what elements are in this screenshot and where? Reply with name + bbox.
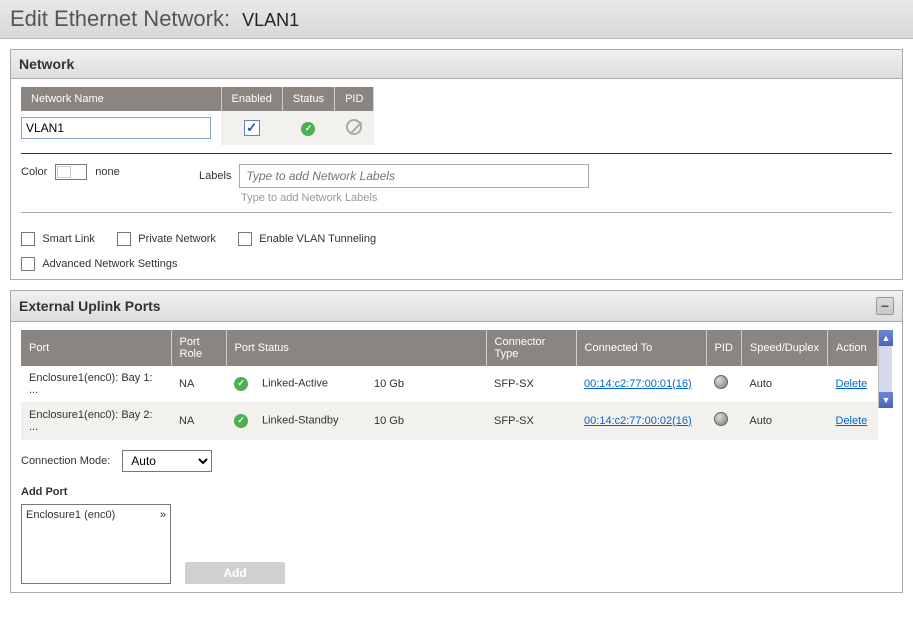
enclosure-item[interactable]: Enclosure1 (enc0) [26, 509, 115, 579]
advanced-settings-checkbox[interactable] [21, 257, 35, 271]
col-action: Action [828, 330, 878, 366]
network-name-input[interactable] [21, 117, 211, 139]
labels-label: Labels [199, 170, 231, 182]
col-pid: PID [706, 330, 741, 366]
col-network-name: Network Name [21, 87, 221, 111]
network-name-title: VLAN1 [242, 10, 299, 31]
col-port-status: Port Status [226, 330, 486, 366]
vlan-tunnel-checkbox[interactable] [238, 232, 252, 246]
smart-link-option[interactable]: Smart Link [21, 231, 95, 246]
add-port-label: Add Port [21, 486, 892, 498]
connected-to-link[interactable]: 00:14:c2:77:00:01(16) [584, 378, 692, 390]
cell-speed-duplex: Auto [741, 366, 827, 403]
labels-hint: Type to add Network Labels [241, 192, 589, 204]
add-button[interactable]: Add [185, 562, 285, 584]
color-label: Color [21, 166, 47, 178]
uplink-row: Enclosure1(enc0): Bay 1: ...NALinked-Act… [21, 366, 878, 403]
cell-pid [706, 402, 741, 439]
cell-role: NA [171, 366, 226, 403]
cell-connected-to: 00:14:c2:77:00:02(16) [576, 402, 706, 439]
col-status: Status [282, 87, 334, 111]
col-enabled: Enabled [221, 87, 282, 111]
status-ok-icon [301, 122, 315, 136]
uplink-panel-title: External Uplink Ports [19, 298, 161, 314]
private-network-option[interactable]: Private Network [117, 231, 216, 246]
uplink-panel: External Uplink Ports − Port Port Role P… [10, 290, 903, 593]
cell-connector: SFP-SX [486, 366, 576, 403]
status-ok-icon [234, 414, 248, 428]
color-value: none [95, 166, 119, 178]
title-bar: Edit Ethernet Network: VLAN1 [0, 0, 913, 39]
network-row [21, 111, 374, 145]
cell-port: Enclosure1(enc0): Bay 2: ... [21, 402, 171, 439]
col-port: Port [21, 330, 171, 366]
col-connector-type: Connector Type [486, 330, 576, 366]
color-picker[interactable] [55, 164, 87, 180]
delete-link[interactable]: Delete [836, 378, 868, 390]
cell-port: Enclosure1(enc0): Bay 1: ... [21, 366, 171, 403]
cell-speed: 10 Gb [366, 366, 486, 403]
collapse-button[interactable]: − [876, 297, 894, 315]
connected-to-link[interactable]: 00:14:c2:77:00:02(16) [584, 415, 692, 427]
cell-speed: 10 Gb [366, 402, 486, 439]
advanced-settings-option[interactable]: Advanced Network Settings [21, 256, 177, 270]
cell-status: Linked-Standby [226, 402, 366, 439]
col-connected-to: Connected To [576, 330, 706, 366]
cell-action: Delete [828, 402, 878, 439]
cell-status: Linked-Active [226, 366, 366, 403]
pid-dot-icon [714, 375, 728, 389]
uplink-scrollbar[interactable]: ▲ ▼ [878, 330, 892, 408]
delete-link[interactable]: Delete [836, 415, 868, 427]
expand-icon: » [160, 509, 166, 579]
smart-link-checkbox[interactable] [21, 232, 35, 246]
scroll-up-icon[interactable]: ▲ [879, 330, 893, 346]
enabled-checkbox[interactable] [244, 120, 260, 136]
vlan-tunnel-option[interactable]: Enable VLAN Tunneling [238, 231, 376, 246]
pid-disabled-icon [346, 119, 362, 135]
pid-dot-icon [714, 412, 728, 426]
cell-role: NA [171, 402, 226, 439]
cell-connected-to: 00:14:c2:77:00:01(16) [576, 366, 706, 403]
network-panel-title: Network [19, 56, 74, 72]
private-network-checkbox[interactable] [117, 232, 131, 246]
cell-action: Delete [828, 366, 878, 403]
uplink-row: Enclosure1(enc0): Bay 2: ...NALinked-Sta… [21, 402, 878, 439]
connection-mode-select[interactable]: Auto [122, 450, 212, 472]
uplink-table: Port Port Role Port Status Connector Typ… [21, 330, 878, 440]
col-pid: PID [335, 87, 374, 111]
cell-pid [706, 366, 741, 403]
col-port-role: Port Role [171, 330, 226, 366]
network-panel-header: Network [11, 50, 902, 79]
uplink-panel-header: External Uplink Ports − [11, 291, 902, 322]
connection-mode-label: Connection Mode: [21, 455, 110, 467]
network-table: Network Name Enabled Status PID [21, 87, 374, 145]
labels-input[interactable] [239, 164, 589, 188]
cell-speed-duplex: Auto [741, 402, 827, 439]
status-ok-icon [234, 377, 248, 391]
network-panel: Network Network Name Enabled Status PID [10, 49, 903, 280]
cell-connector: SFP-SX [486, 402, 576, 439]
scroll-down-icon[interactable]: ▼ [879, 392, 893, 408]
enclosure-listbox[interactable]: Enclosure1 (enc0) » [21, 504, 171, 584]
page-title: Edit Ethernet Network: [10, 6, 230, 32]
col-speed-duplex: Speed/Duplex [741, 330, 827, 366]
